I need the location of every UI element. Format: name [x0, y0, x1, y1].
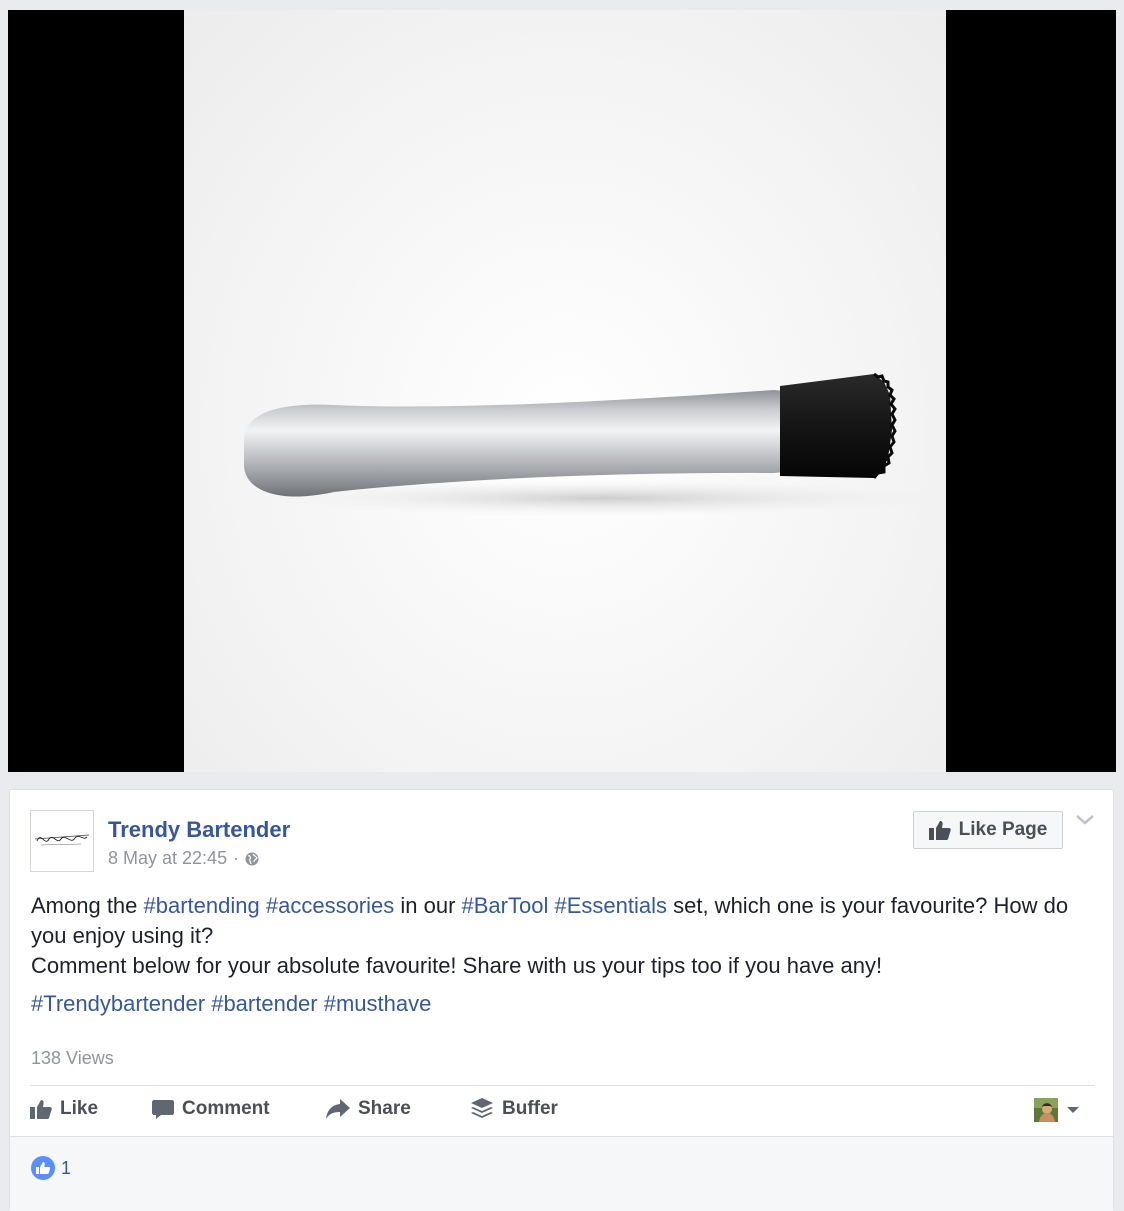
action-divider [30, 1085, 1095, 1086]
muddler-illustration [244, 372, 934, 516]
buffer-button-label: Buffer [502, 1098, 558, 1119]
comment-button-label: Comment [182, 1098, 270, 1119]
post-as-selector[interactable] [1034, 1098, 1080, 1122]
hashtag-link[interactable]: #bartender [211, 991, 317, 1016]
thumbs-up-icon [30, 1100, 52, 1119]
like-button-label: Like [60, 1098, 99, 1119]
like-page-label: Like Page [958, 819, 1048, 840]
share-button-label: Share [358, 1098, 411, 1119]
post-media[interactable] [8, 10, 1116, 772]
post-message-line-2: Comment below for your absolute favourit… [31, 953, 883, 978]
like-reaction-icon [31, 1156, 55, 1180]
like-page-button[interactable]: Like Page [913, 811, 1063, 849]
user-avatar-thumbnail [1034, 1098, 1058, 1122]
buffer-stack-icon [471, 1098, 493, 1118]
post-message: Among the #bartending #accessories in ou… [31, 891, 1096, 981]
post-timestamp[interactable]: 8 May at 22:45 [108, 848, 227, 869]
hashtag-link[interactable]: #musthave [324, 991, 432, 1016]
share-button[interactable]: Share [326, 1098, 411, 1120]
thumbs-up-icon [928, 821, 951, 840]
hashtag-link[interactable]: #bartending [144, 893, 260, 918]
buffer-button[interactable]: Buffer [470, 1098, 558, 1120]
post-meta: 8 May at 22:45 · [108, 848, 259, 869]
hashtag-link[interactable]: #BarTool [462, 893, 549, 918]
hashtag-link[interactable]: #Trendybartender [31, 991, 205, 1016]
post-message-line-1: Among the #bartending #accessories in ou… [31, 891, 1096, 951]
like-button[interactable]: Like [30, 1098, 98, 1120]
page-avatar[interactable] [30, 810, 94, 872]
reactions-bar: 1 [10, 1136, 1113, 1211]
message-text: Among the [31, 893, 144, 918]
caret-down-icon [1067, 1107, 1079, 1113]
post-options-chevron-icon[interactable] [1074, 812, 1096, 828]
comment-button[interactable]: Comment [152, 1098, 270, 1120]
meta-separator: · [233, 848, 240, 868]
post-hashtags: #Trendybartender #bartender #musthave [31, 991, 431, 1017]
reaction-summary[interactable]: 1 [31, 1156, 71, 1180]
post-card: Trendy Bartender 8 May at 22:45 · Like P… [9, 789, 1114, 1211]
trendy-bartender-logo [34, 834, 90, 846]
hashtag-link[interactable]: #Essentials [554, 893, 667, 918]
comment-icon [152, 1100, 174, 1119]
share-arrow-icon [326, 1099, 350, 1119]
message-text: in our [394, 893, 462, 918]
reaction-count: 1 [61, 1157, 72, 1178]
hashtag-link[interactable]: #accessories [266, 893, 394, 918]
globe-icon[interactable] [245, 852, 259, 866]
page-name-link[interactable]: Trendy Bartender [108, 817, 290, 843]
post-photo[interactable] [184, 10, 946, 772]
view-count[interactable]: 138 Views [31, 1048, 114, 1069]
